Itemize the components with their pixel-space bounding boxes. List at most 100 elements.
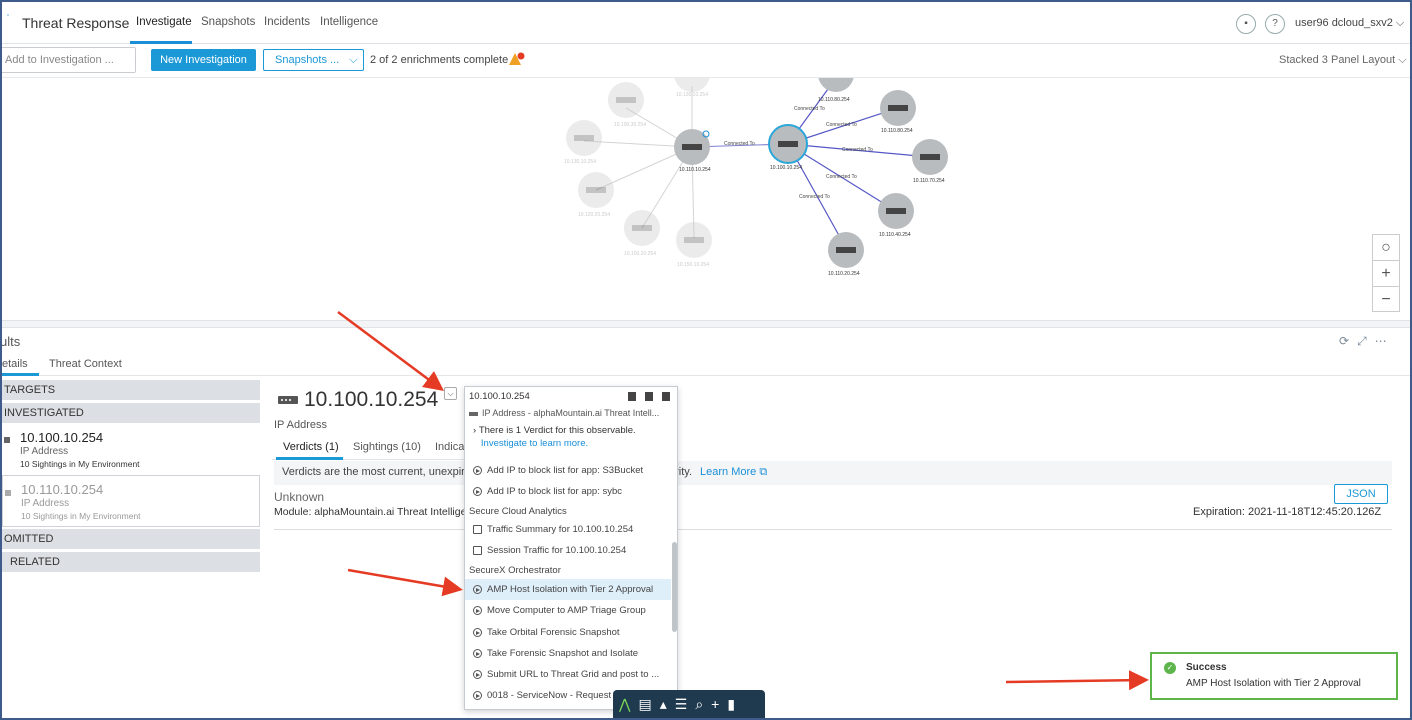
arrow-annotation — [347, 568, 463, 597]
snapshot-icon[interactable] — [628, 392, 636, 401]
chat-icon[interactable]: ▪ — [1236, 14, 1256, 34]
edge-label: Connected To — [826, 174, 857, 180]
zoom-in-icon[interactable]: + — [1373, 261, 1399, 287]
observable-ip: 10.100.10.254 — [20, 430, 104, 445]
ip-icon — [4, 437, 10, 443]
results-subtabs — [2, 354, 1410, 376]
section-targets[interactable]: TARGETS — [2, 380, 260, 400]
observable-card[interactable]: 10.100.10.254 IP Address 10 Sightings in… — [2, 425, 260, 473]
observable-menu-button[interactable]: ⌵ — [444, 387, 457, 400]
verdict-expiration: Expiration: 2021-11-18T12:45:20.126Z — [1193, 506, 1382, 518]
expand-icon[interactable]: ⤢ — [1357, 334, 1375, 348]
menu-item-label: Traffic Summary for 10.100.10.254 — [487, 524, 634, 535]
menu-item-label: Add IP to block list for app: S3Bucket — [487, 465, 644, 476]
tab-sightings[interactable]: Sightings (10) — [353, 441, 421, 453]
ribbon-bar: ⋀▤▴☰⌕+▮ — [613, 690, 765, 718]
tab-intelligence[interactable]: Intelligence — [320, 16, 378, 28]
search-icon[interactable]: ⌕ — [695, 696, 711, 712]
tab-details[interactable]: etails — [2, 358, 28, 370]
warning-icon[interactable] — [509, 52, 525, 66]
menu-item-forensic-isolate[interactable]: Take Forensic Snapshot and Isolate — [465, 643, 671, 664]
edge-label: Connected To — [826, 122, 857, 128]
user-menu[interactable]: user96 dcloud_sxv2 ⌵ — [1295, 17, 1404, 30]
menu-item-label: Add IP to block list for app: sybc — [487, 486, 623, 497]
panel-splitter[interactable] — [2, 320, 1410, 328]
menu-item-move-computer[interactable]: Move Computer to AMP Triage Group — [465, 600, 671, 621]
help-icon[interactable]: ? — [1265, 14, 1285, 34]
top-bar: ˈ Threat Response Investigate Snapshots … — [2, 2, 1410, 44]
tab-indicators[interactable]: Indicat — [435, 441, 467, 453]
more-icon[interactable]: ⋯ — [1375, 334, 1395, 348]
menu-item-label: Move Computer to AMP Triage Group — [487, 605, 646, 616]
graph-node-label: 10.130.10.254 — [564, 159, 596, 165]
section-investigated[interactable]: INVESTIGATED — [2, 403, 260, 423]
learn-more-link[interactable]: Learn More ⧉ — [700, 466, 767, 479]
play-icon — [473, 628, 482, 637]
notification-icon[interactable]: ▴ — [660, 696, 675, 712]
ip-icon — [5, 490, 11, 496]
observable-sightings: 10 Sightings in My Environment — [20, 459, 140, 469]
section-omitted[interactable]: OMITTED — [2, 529, 260, 549]
play-icon — [473, 670, 482, 679]
play-icon — [473, 466, 482, 475]
json-button[interactable]: JSON — [1334, 484, 1388, 504]
menu-item-traffic-summary[interactable]: Traffic Summary for 10.100.10.254 — [465, 519, 671, 540]
new-investigation-button[interactable]: New Investigation — [151, 49, 256, 71]
investigate-link[interactable]: Investigate to learn more. — [481, 438, 588, 449]
tab-snapshots[interactable]: Snapshots — [201, 16, 255, 28]
menu-item-block-sybc[interactable]: Add IP to block list for app: sybc — [465, 481, 671, 502]
menu-item-label: AMP Host Isolation with Tier 2 Approval — [487, 584, 654, 595]
observable-ip: 10.110.10.254 — [21, 482, 104, 497]
section-related[interactable]: RELATED — [2, 552, 260, 572]
external-link-icon — [473, 546, 482, 555]
observable-title: 10.100.10.254 — [304, 388, 439, 411]
graph-node-label: 10.110.10.254 — [679, 167, 711, 173]
play-icon — [473, 649, 482, 658]
menu-item-orbital-snapshot[interactable]: Take Orbital Forensic Snapshot — [465, 622, 671, 643]
graph-node-label: 10.100.10.254 — [770, 165, 802, 171]
toast-title: Success — [1186, 662, 1227, 673]
menu-item-block-s3bucket[interactable]: Add IP to block list for app: S3Bucket — [465, 460, 671, 481]
verdict-module: Module: alphaMountain.ai Threat Intellig… — [274, 506, 467, 518]
tab-threat-context[interactable]: Threat Context — [49, 358, 122, 370]
graph-zoom-controls: ○ + − — [1372, 234, 1400, 312]
bookmark-icon[interactable]: ▮ — [727, 696, 743, 712]
tab-incidents[interactable]: Incidents — [264, 16, 310, 28]
menu-item-amp-host-isolation[interactable]: AMP Host Isolation with Tier 2 Approval — [465, 579, 671, 600]
snapshots-dropdown[interactable]: Snapshots ... ⌵ — [263, 49, 364, 71]
divider — [274, 529, 1392, 530]
copy-icon[interactable] — [662, 392, 670, 401]
relations-graph[interactable]: Connected To Connected To Connected To C… — [2, 78, 1410, 320]
tab-investigate[interactable]: Investigate — [136, 16, 192, 28]
play-icon — [473, 487, 482, 496]
graph-node-label: 10.110.40.254 — [879, 232, 911, 238]
tab-verdicts[interactable]: Verdicts (1) — [283, 441, 339, 453]
menu-item-label: Take Forensic Snapshot and Isolate — [487, 648, 639, 659]
graph-node-label: 10.150.10.254 — [677, 262, 709, 268]
graph-node-label: 10.110.80.254 — [881, 128, 913, 134]
success-toast[interactable]: ✓ Success AMP Host Isolation with Tier 2… — [1150, 652, 1398, 700]
play-icon — [473, 606, 482, 615]
menu-scrollbar[interactable] — [672, 542, 677, 632]
add-to-investigation-input[interactable]: Add to Investigation ... — [2, 47, 136, 73]
observable-card[interactable]: 10.110.10.254 IP Address 10 Sightings in… — [2, 475, 260, 527]
verdict-description-text: Verdicts are the most current, unexpired — [282, 466, 478, 478]
add-icon[interactable]: + — [711, 696, 727, 712]
menu-subtitle: IP Address - alphaMountain.ai Threat Int… — [469, 408, 659, 418]
menu-subtitle-text: IP Address - alphaMountain.ai Threat Int… — [482, 408, 660, 418]
zoom-out-icon[interactable]: − — [1373, 287, 1399, 313]
menu-item-submit-url[interactable]: Submit URL to Threat Grid and post to ..… — [465, 664, 671, 685]
menu-item-session-traffic[interactable]: Session Traffic for 10.100.10.254 — [465, 540, 671, 561]
check-icon: ✓ — [1164, 662, 1176, 674]
menu-icon[interactable]: ☰ — [675, 696, 696, 712]
graph-node-label: 10.110.70.254 — [913, 178, 945, 184]
securex-logo-icon[interactable]: ⋀ — [619, 696, 638, 712]
app-window: ˈ Threat Response Investigate Snapshots … — [0, 0, 1412, 720]
menu-section-sca: Secure Cloud Analytics — [469, 506, 567, 517]
observable-type: IP Address — [20, 446, 69, 457]
layout-selector[interactable]: Stacked 3 Panel Layout ⌵ — [1279, 54, 1407, 67]
refresh-icon[interactable]: ⟳ — [1339, 334, 1357, 348]
fit-to-view-icon[interactable]: ○ — [1373, 235, 1399, 261]
casebook-icon[interactable]: ▤ — [638, 696, 659, 712]
pivot-icon[interactable] — [645, 392, 653, 401]
